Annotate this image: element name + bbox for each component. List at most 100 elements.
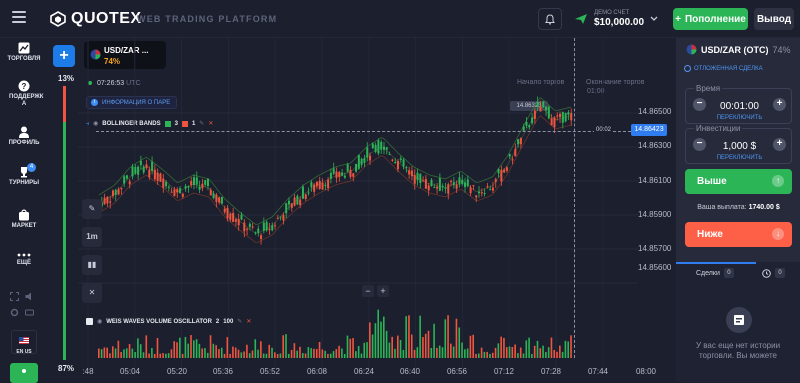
- usdzar-flag-icon: [686, 44, 697, 55]
- up-button[interactable]: Выше ↑: [685, 169, 792, 194]
- volume-bar: [212, 343, 215, 358]
- zoom-in-button[interactable]: +: [377, 285, 389, 297]
- time-field[interactable]: Время − 00:01:00 + ПЕРЕКЛЮЧИТЬ: [685, 84, 793, 124]
- sidebar-item-profile[interactable]: ПРОФИЛЬ: [0, 126, 48, 147]
- volume-bar: [533, 345, 536, 358]
- x-tick: 06:40: [399, 367, 421, 376]
- volume-bar: [276, 354, 279, 358]
- indicators-button[interactable]: ✕: [82, 283, 102, 303]
- sidebar-item-market[interactable]: МАРКЕТ: [0, 209, 48, 230]
- candle: [215, 194, 218, 202]
- pending-trade-toggle[interactable]: ОТЛОЖЕННАЯ СДЕЛКА: [684, 65, 763, 72]
- withdraw-button[interactable]: Вывод: [754, 8, 794, 30]
- candle: [184, 186, 187, 189]
- close-icon[interactable]: ✕: [246, 318, 251, 325]
- volume-bar: [399, 339, 402, 358]
- pending-label: ОТЛОЖЕННАЯ СДЕЛКА: [694, 65, 763, 72]
- candle: [265, 221, 268, 231]
- language-selector[interactable]: EN US: [11, 330, 37, 355]
- keyboard-icon[interactable]: [25, 308, 34, 317]
- investment-field[interactable]: Инвестиции − 1,000 $ + ПЕРЕКЛЮЧИТЬ: [685, 124, 793, 164]
- deposit-button[interactable]: + Пополнение: [673, 8, 748, 30]
- collapse-icon[interactable]: [86, 318, 93, 325]
- indicator-name: WEIS WAVES VOLUME OSCILLATOR: [106, 318, 212, 325]
- investment-plus-button[interactable]: +: [773, 138, 786, 151]
- payout-value: 1740.00 $: [748, 204, 780, 211]
- volume-bar: [193, 340, 195, 358]
- volume-bar: [301, 353, 304, 358]
- volume-bar: [248, 353, 251, 358]
- x-tick: 05:04: [119, 367, 141, 376]
- x-tick: 07:28: [540, 367, 562, 376]
- volume-bar: [142, 352, 145, 358]
- candle: [148, 169, 151, 178]
- volume-bar: [262, 353, 265, 358]
- edit-icon[interactable]: ✎: [237, 318, 242, 325]
- indicator-param: 2: [215, 318, 220, 325]
- timeframe-button[interactable]: 1m: [82, 227, 102, 247]
- candle: [438, 178, 441, 191]
- settings-icon[interactable]: [10, 308, 19, 317]
- account-selector[interactable]: ДЕМО СЧЕТ $10,000.00: [574, 8, 664, 30]
- volume-bar: [402, 349, 405, 358]
- zoom-out-button[interactable]: −: [362, 285, 374, 297]
- candle: [363, 158, 366, 163]
- tab-trades[interactable]: Сделки 0: [696, 268, 734, 278]
- chat-support-button[interactable]: [10, 363, 38, 383]
- time-switch-link[interactable]: ПЕРЕКЛЮЧИТЬ: [686, 115, 793, 121]
- volume-bar: [570, 335, 572, 358]
- time-plus-button[interactable]: +: [773, 98, 786, 111]
- sidebar-item-trade[interactable]: ТОРГОВЛЯ: [0, 42, 48, 63]
- panel-asset-name: USD/ZAR (OTC): [701, 44, 769, 55]
- menu-icon[interactable]: [12, 11, 26, 23]
- panel-asset[interactable]: USD/ZAR (OTC) 74%: [686, 44, 791, 55]
- add-asset-button[interactable]: +: [53, 45, 75, 67]
- investment-switch-link[interactable]: ПЕРЕКЛЮЧИТЬ: [686, 155, 793, 161]
- candle: [366, 147, 369, 158]
- tab-history[interactable]: 0: [762, 268, 785, 278]
- volume-bar: [111, 346, 114, 358]
- candle: [111, 190, 114, 197]
- volume-bar: [413, 349, 416, 358]
- indicator-weis: ◉ WEIS WAVES VOLUME OSCILLATOR 2 100 ✎ ✕: [86, 318, 251, 325]
- sidebar-item-support[interactable]: ? ПОДДЕРЖК А: [0, 80, 48, 108]
- notifications-button[interactable]: [538, 8, 562, 30]
- candle: [483, 192, 486, 194]
- volume-bar: [436, 347, 438, 358]
- candle: [226, 207, 229, 219]
- candle: [310, 182, 313, 188]
- candle: [262, 222, 265, 231]
- chart-type-button[interactable]: ▮▮: [82, 255, 102, 275]
- volume-bar: [500, 336, 502, 358]
- sidebar-item-more[interactable]: ЕЩЁ: [0, 252, 48, 267]
- candle: [318, 181, 321, 189]
- volume-bar: [366, 342, 368, 358]
- candle: [299, 199, 302, 206]
- candle: [436, 186, 439, 189]
- sidebar-item-tournaments[interactable]: 4 ТУРНИРЫ: [0, 163, 48, 187]
- candle: [564, 112, 567, 122]
- toggle-icon: [684, 65, 691, 72]
- history-count: 0: [775, 268, 785, 278]
- eye-icon[interactable]: ◉: [97, 318, 102, 325]
- draw-tool-button[interactable]: ✎: [82, 199, 102, 219]
- sidebar: ТОРГОВЛЯ ? ПОДДЕРЖК А ПРОФИЛЬ 4 ТУРНИРЫ …: [0, 38, 48, 383]
- chart-area[interactable]: + USD/ZAR ... 74% 07:26:53 UTC i ИНФОРМА…: [48, 38, 676, 382]
- candle: [374, 144, 377, 152]
- candle: [447, 184, 450, 194]
- volume-bar: [274, 352, 276, 358]
- volume-bar: [137, 338, 139, 358]
- volume-bar: [159, 353, 162, 358]
- candle: [508, 153, 511, 157]
- down-button[interactable]: Ниже ↓: [685, 222, 792, 247]
- fullscreen-icon[interactable]: [10, 292, 19, 301]
- candle: [352, 173, 355, 177]
- volume-bar: [514, 344, 516, 358]
- help-icon: ?: [18, 80, 30, 92]
- volume-icon[interactable]: [25, 292, 34, 301]
- candle: [424, 178, 427, 189]
- candle: [383, 146, 385, 150]
- sentiment-up: 13%: [58, 74, 75, 83]
- candle: [218, 197, 221, 203]
- candle: [220, 197, 223, 204]
